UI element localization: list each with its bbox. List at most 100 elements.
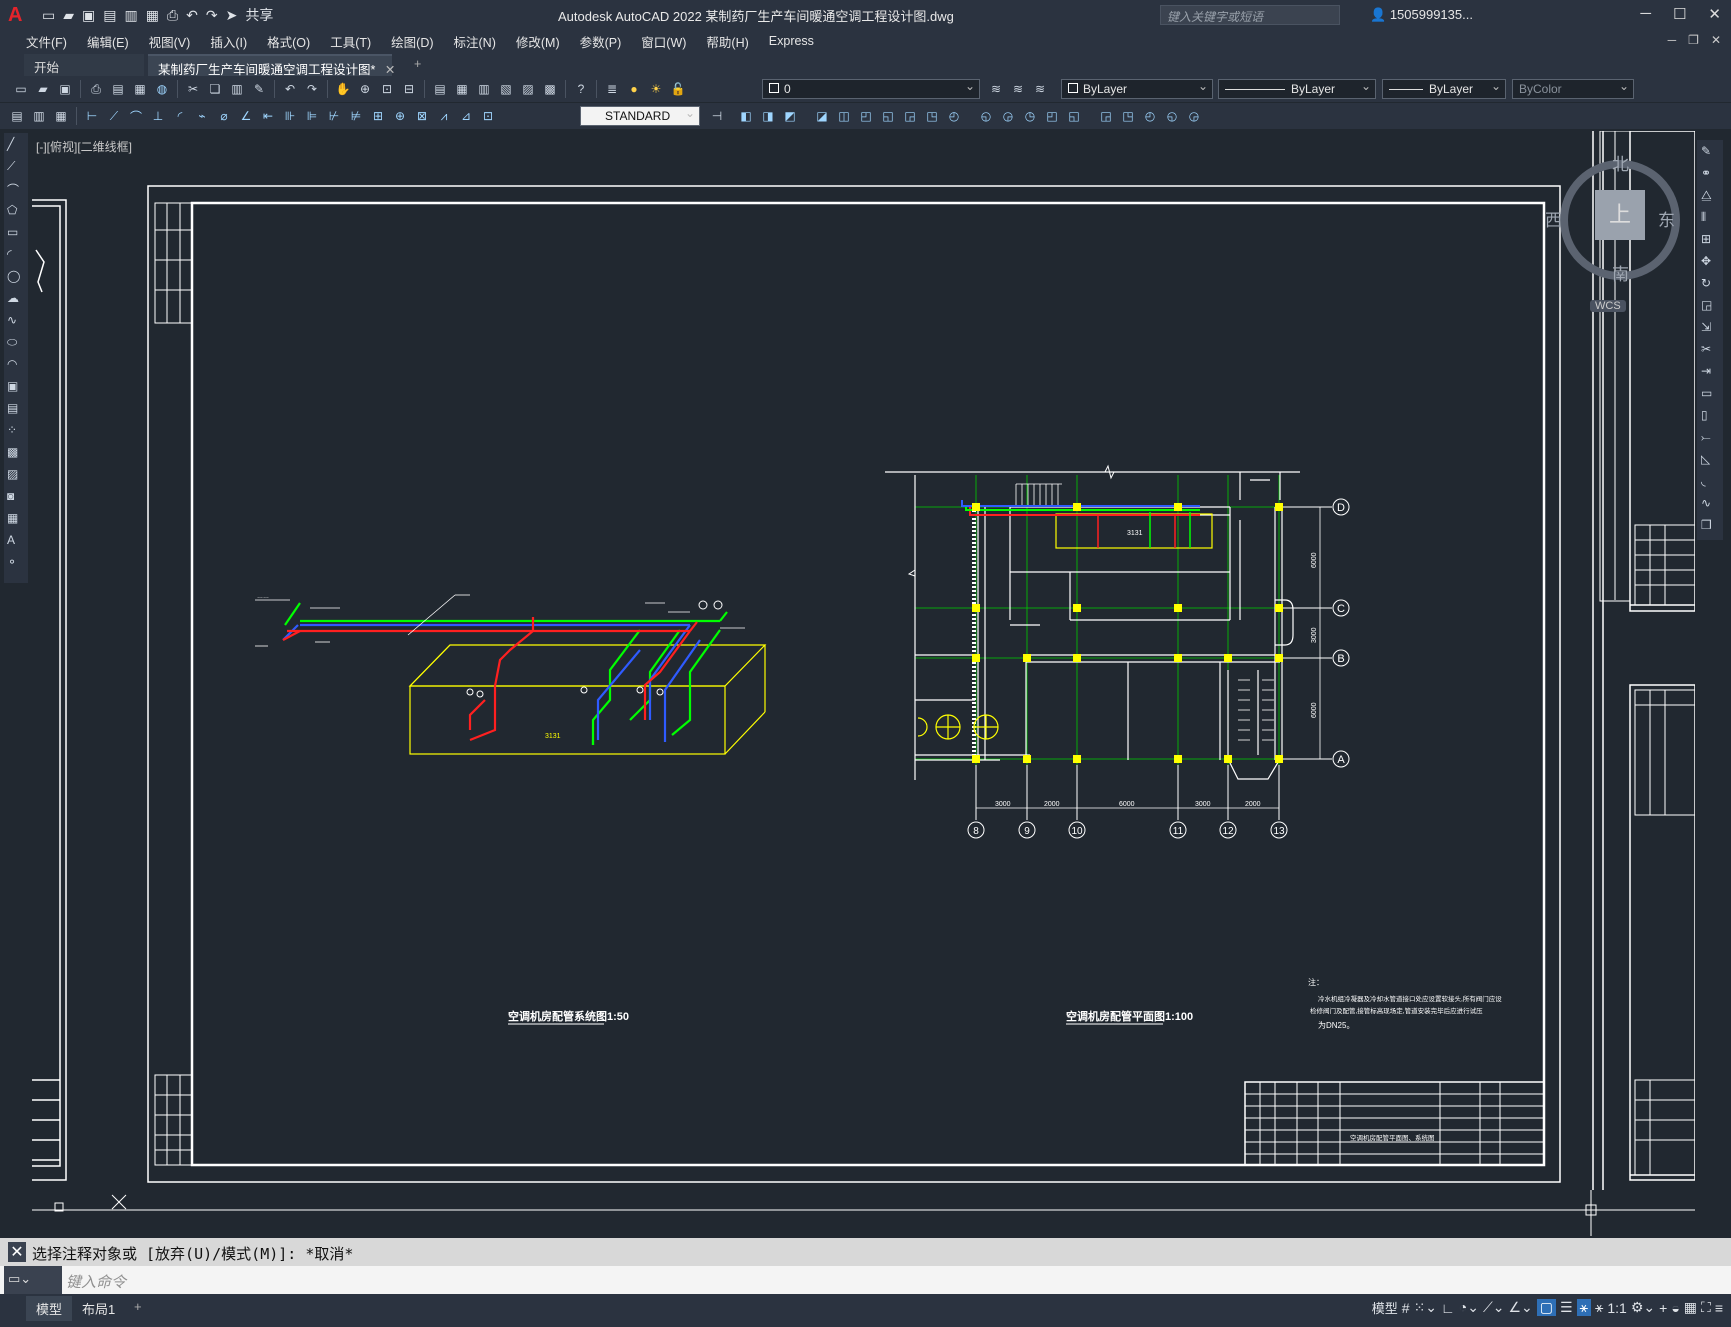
new-tab-button[interactable]: + <box>404 54 428 76</box>
isolate-icon[interactable]: ◒ <box>1671 1300 1679 1316</box>
render-icon-3[interactable]: ◴ <box>1141 107 1159 125</box>
add-layout-icon[interactable]: + <box>124 1296 152 1317</box>
center-mark-icon[interactable]: ⊕ <box>391 107 409 125</box>
autocad-logo-icon[interactable]: A <box>8 5 28 25</box>
explode-icon[interactable]: ❒ <box>1701 518 1719 536</box>
viewport-controls-label[interactable]: [-][俯视][二维线框] <box>36 138 132 155</box>
construction-line-icon[interactable]: ⟋ <box>7 159 25 177</box>
object-track-icon[interactable]: ∠⌄ <box>1508 1299 1532 1316</box>
publish-icon[interactable]: ▦ <box>131 80 149 98</box>
linear-dim-icon[interactable]: ⊢ <box>83 107 101 125</box>
angular-icon[interactable]: ∠ <box>237 107 255 125</box>
rectangle-icon[interactable]: ▭ <box>7 225 25 243</box>
join-icon[interactable]: ⤚ <box>1701 430 1719 448</box>
compass-west[interactable]: 西 <box>1545 206 1562 231</box>
lineweight-dropdown[interactable]: ByLayer <box>1382 79 1506 99</box>
pan-icon[interactable]: ✋ <box>334 80 352 98</box>
view-icon-3[interactable]: ◷ <box>1021 107 1039 125</box>
ucs-icon-5[interactable]: ◲ <box>901 107 919 125</box>
array-icon[interactable]: ⊞ <box>1701 232 1719 250</box>
design-center-icon[interactable]: ▦ <box>453 80 471 98</box>
fillet-icon[interactable]: ◟ <box>1701 474 1719 492</box>
break-point-icon[interactable]: ▭ <box>1701 386 1719 404</box>
compass-south[interactable]: 南 <box>1612 260 1629 285</box>
spline-icon[interactable]: ∿ <box>7 313 25 331</box>
tab-start[interactable]: 开始 <box>24 54 144 76</box>
trim-icon[interactable]: ✂ <box>1701 342 1719 360</box>
table-icon[interactable]: ▦ <box>7 511 25 529</box>
compass-east[interactable]: 东 <box>1658 206 1675 231</box>
modeling-icon-2[interactable]: ◨ <box>759 107 777 125</box>
inspect-icon[interactable]: ⊠ <box>413 107 431 125</box>
ucs-icon-2[interactable]: ◫ <box>835 107 853 125</box>
text-style-dropdown[interactable]: STANDARD <box>580 106 700 126</box>
menu-draw[interactable]: 绘图(D) <box>381 32 443 51</box>
rotate-icon[interactable]: ↻ <box>1701 276 1719 294</box>
region-icon[interactable]: ◙ <box>7 489 25 507</box>
hatch-icon[interactable]: ▩ <box>7 445 25 463</box>
annotation-visibility-icon[interactable]: ⚹ <box>1576 1299 1591 1316</box>
menu-edit[interactable]: 编辑(E) <box>77 32 139 51</box>
jogged-linear-icon[interactable]: ⩘ <box>435 107 453 125</box>
undo-icon[interactable]: ↶ <box>281 80 299 98</box>
sheet-set-icon[interactable]: ▧ <box>497 80 515 98</box>
menu-dimension[interactable]: 标注(N) <box>444 32 506 51</box>
modeling-icon-3[interactable]: ◩ <box>781 107 799 125</box>
layer-previous-icon[interactable]: ≋ <box>1031 80 1049 98</box>
auto-scale-icon[interactable]: ⚹ <box>1595 1299 1603 1316</box>
calculator-icon[interactable]: ▩ <box>541 80 559 98</box>
quick-dim-icon[interactable]: ⇤ <box>259 107 277 125</box>
view-icon-1[interactable]: ◵ <box>977 107 995 125</box>
new-icon[interactable]: ▭ <box>12 80 30 98</box>
zoom-previous-icon[interactable]: ⊟ <box>400 80 418 98</box>
layer-dropdown[interactable]: 0 <box>762 79 980 99</box>
render-icon-2[interactable]: ◳ <box>1119 107 1137 125</box>
continue-icon[interactable]: ⊫ <box>303 107 321 125</box>
dim-text-edit-icon[interactable]: ⊡ <box>479 107 497 125</box>
customize-icon[interactable]: ≡ <box>1715 1300 1723 1316</box>
doc-restore-icon[interactable]: ❐ <box>1688 33 1699 47</box>
tolerance-icon[interactable]: ⊞ <box>369 107 387 125</box>
ordinate-icon[interactable]: ⊥ <box>149 107 167 125</box>
ucs-icon-7[interactable]: ◴ <box>945 107 963 125</box>
polygon-icon[interactable]: ⬠ <box>7 203 25 221</box>
menu-modify[interactable]: 修改(M) <box>506 32 570 51</box>
share-icon[interactable]: ➤ <box>226 7 238 24</box>
menu-express[interactable]: Express <box>759 34 824 48</box>
cut-icon[interactable]: ✂ <box>184 80 202 98</box>
chamfer-icon[interactable]: ◺ <box>1701 452 1719 470</box>
layer-freeze-sun-icon[interactable]: ☀ <box>647 80 665 98</box>
share-label[interactable]: 共享 <box>245 5 273 25</box>
view-icon-4[interactable]: ◰ <box>1043 107 1061 125</box>
viewcube-top-face[interactable]: 上 <box>1595 190 1645 240</box>
paste-icon[interactable]: ▥ <box>228 80 246 98</box>
ucs-icon-3[interactable]: ◰ <box>857 107 875 125</box>
dim-edit-icon[interactable]: ⊿ <box>457 107 475 125</box>
plus-icon[interactable]: + <box>1659 1300 1667 1316</box>
render-icon-5[interactable]: ◶ <box>1185 107 1203 125</box>
menu-window[interactable]: 窗口(W) <box>631 32 696 51</box>
mirror-icon[interactable]: ⧋ <box>1701 188 1719 206</box>
match-properties-icon[interactable]: ✎ <box>250 80 268 98</box>
plotstyle-dropdown[interactable]: ByColor <box>1512 79 1634 99</box>
clean-screen-icon[interactable]: ⛶ <box>1701 1299 1711 1316</box>
open-icon[interactable]: ▰ <box>63 7 74 24</box>
tool-palettes-icon[interactable]: ▥ <box>475 80 493 98</box>
new-icon[interactable]: ▭ <box>42 7 55 24</box>
diameter-icon[interactable]: ⌀ <box>215 107 233 125</box>
polyline-icon[interactable]: ⌒ <box>7 181 25 199</box>
view-icon-5[interactable]: ◱ <box>1065 107 1083 125</box>
arc-length-icon[interactable]: ⌒ <box>127 107 145 125</box>
stretch-icon[interactable]: ⇲ <box>1701 320 1719 338</box>
grid-icon[interactable]: # <box>1402 1300 1410 1316</box>
copy-object-icon[interactable]: ⚭ <box>1701 166 1719 184</box>
command-options-icon[interactable]: ▭⌄ <box>4 1266 62 1294</box>
revision-cloud-icon[interactable]: ☁ <box>7 291 25 309</box>
color-dropdown[interactable]: ByLayer <box>1061 79 1213 99</box>
doc-close-icon[interactable]: ✕ <box>1711 33 1721 47</box>
move-icon[interactable]: ✥ <box>1701 254 1719 272</box>
wcs-menu[interactable]: WCS <box>1590 300 1626 312</box>
insert-block-icon[interactable]: ▣ <box>7 379 25 397</box>
modeling-icon-1[interactable]: ◧ <box>737 107 755 125</box>
tab-close-icon[interactable]: ✕ <box>385 63 395 77</box>
